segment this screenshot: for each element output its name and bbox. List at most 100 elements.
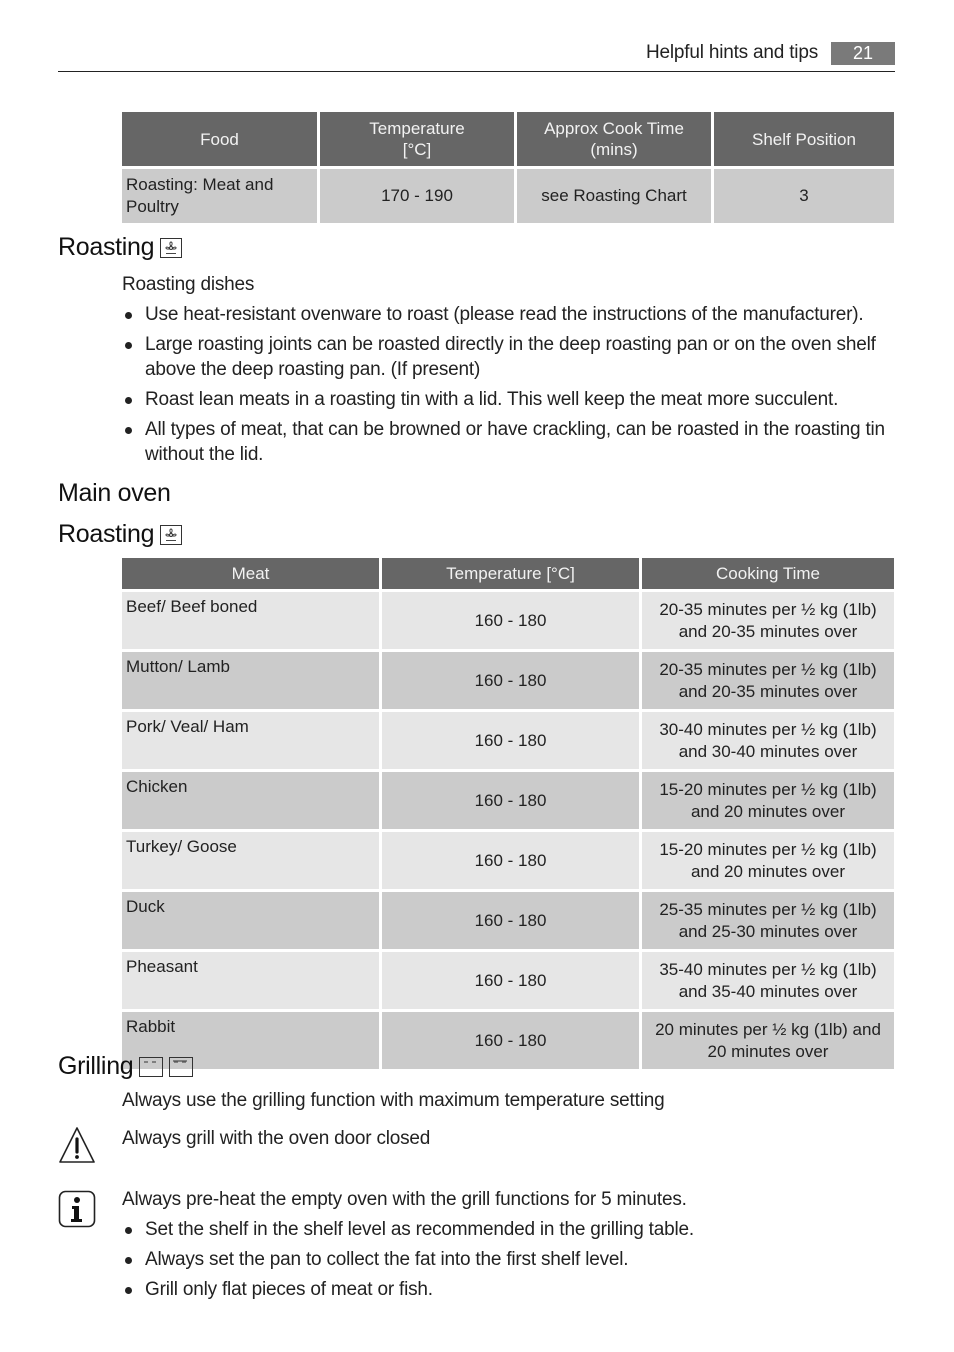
list-item: Set the shelf in the shelf level as reco… (122, 1217, 902, 1242)
header-cooking-time: Cooking Time (642, 558, 894, 589)
header-temperature: Temperature [°C] (382, 558, 639, 589)
cell-meat: Pork/ Veal/ Ham (122, 712, 379, 769)
roasting-heading: Roasting (58, 233, 183, 262)
cell-meat: Duck (122, 892, 379, 949)
cell-temperature: 160 - 180 (382, 952, 639, 1009)
roasting-bullets: Use heat-resistant ovenware to roast (pl… (122, 302, 902, 472)
list-item-text: Always set the pan to collect the fat in… (145, 1249, 629, 1270)
list-item: Always set the pan to collect the fat in… (122, 1247, 902, 1272)
list-item: Use heat-resistant ovenware to roast (pl… (122, 302, 902, 327)
grill-icon (139, 1056, 164, 1077)
cell-cook-time: see Roasting Chart (517, 169, 711, 223)
grilling-bullets: Set the shelf in the shelf level as reco… (122, 1217, 902, 1307)
roasting-dishes-subtitle: Roasting dishes (122, 274, 255, 295)
grilling-heading: Grilling (58, 1052, 194, 1081)
cell-temperature: 160 - 180 (382, 712, 639, 769)
cell-cooking-time: 20-35 minutes per ½ kg (1lb) and 20-35 mi… (642, 592, 894, 649)
header-cook-time-line2: (mins) (590, 140, 638, 159)
cooking-time-line2: and 35-40 minutes over (678, 981, 858, 1001)
cell-temperature: 160 - 180 (382, 592, 639, 649)
list-item-text: All types of meat, that can be browned o… (145, 419, 885, 465)
roasting-title: Roasting (58, 233, 155, 261)
cell-meat: Beef/ Beef boned (122, 592, 379, 649)
grilling-title: Grilling (58, 1052, 134, 1080)
header-meat: Meat (122, 558, 379, 589)
header-temperature-line2: [°C] (402, 140, 432, 159)
cell-cooking-time: 30-40 minutes per ½ kg (1lb) and 30-40 mi… (642, 712, 894, 769)
cell-meat: Chicken (122, 772, 379, 829)
cell-cooking-time: 20-35 minutes per ½ kg (1lb) and 20-35 mi… (642, 652, 894, 709)
table-row: Pheasant 160 - 180 35-40 minutes per ½ k… (122, 952, 894, 1009)
page-number: 21 (831, 42, 895, 65)
cell-meat: Pheasant (122, 952, 379, 1009)
header-cook-time-line1: Approx Cook Time (544, 119, 684, 138)
fan-heating-icon (160, 524, 183, 545)
list-item-text: Grill only flat pieces of meat or fish. (145, 1279, 433, 1300)
main-oven-heading: Main oven (58, 479, 171, 508)
bullet-icon (125, 1287, 132, 1294)
cell-temperature: 170 - 190 (320, 169, 514, 223)
header-temperature: Temperature [°C] (320, 112, 514, 166)
cooking-time-line2: and 20-35 minutes over (678, 681, 858, 701)
cooking-time-line2: 20 minutes over (707, 1041, 829, 1061)
bullet-icon (125, 397, 132, 404)
grilling-subtitle: Always use the grilling function with ma… (122, 1090, 665, 1111)
cell-cooking-time: 20 minutes per ½ kg (1lb) and 20 minutes … (642, 1012, 894, 1069)
list-item-text: Large roasting joints can be roasted dir… (145, 334, 876, 380)
table-row: Turkey/ Goose 160 - 180 15-20 minutes pe… (122, 832, 894, 889)
cooking-time-line1: 30-40 minutes per ½ kg (1lb) (659, 719, 877, 739)
page-header: Helpful hints and tips 21 (58, 40, 895, 72)
header-cook-time: Approx Cook Time (mins) (517, 112, 711, 166)
roasting-title: Roasting (58, 520, 155, 548)
cooking-time-line1: 15-20 minutes per ½ kg (1lb) (659, 779, 877, 799)
cooking-time-line2: and 20 minutes over (690, 801, 846, 821)
warning-icon (59, 1127, 95, 1163)
header-shelf-position: Shelf Position (714, 112, 894, 166)
main-oven-roasting-heading: Roasting (58, 520, 183, 549)
cell-cooking-time: 15-20 minutes per ½ kg (1lb) and 20 minut… (642, 772, 894, 829)
cell-cooking-time: 25-35 minutes per ½ kg (1lb) and 25-30 mi… (642, 892, 894, 949)
cooking-time-line2: and 20-35 minutes over (678, 621, 858, 641)
cooking-time-line1: 25-35 minutes per ½ kg (1lb) (659, 899, 877, 919)
header-food: Food (122, 112, 317, 166)
cell-temperature: 160 - 180 (382, 652, 639, 709)
header-temperature-line1: Temperature (369, 119, 465, 138)
bullet-icon (125, 1227, 132, 1234)
bullet-icon (125, 427, 132, 434)
list-item-text: Use heat-resistant ovenware to roast (pl… (145, 304, 864, 325)
bullet-icon (125, 342, 132, 349)
table-row: Duck 160 - 180 25-35 minutes per ½ kg (1… (122, 892, 894, 949)
list-item-text: Set the shelf in the shelf level as reco… (145, 1219, 694, 1240)
cooking-time-line1: 20-35 minutes per ½ kg (1lb) (659, 599, 877, 619)
info-icon (58, 1190, 96, 1228)
table-row: Rabbit 160 - 180 20 minutes per ½ kg (1l… (122, 1012, 894, 1069)
info-text: Always pre-heat the empty oven with the … (122, 1189, 687, 1210)
cell-food: Roasting: Meat and Poultry (122, 169, 317, 223)
list-item: Roast lean meats in a roasting tin with … (122, 387, 902, 412)
list-item: All types of meat, that can be browned o… (122, 417, 902, 467)
table-header-row: Food Temperature [°C] Approx Cook Time (… (122, 112, 894, 166)
cell-shelf: 3 (714, 169, 894, 223)
cooking-time-line2: and 30-40 minutes over (678, 741, 858, 761)
cell-cooking-time: 35-40 minutes per ½ kg (1lb) and 35-40 mi… (642, 952, 894, 1009)
warning-text: Always grill with the oven door closed (122, 1128, 431, 1149)
cell-temperature: 160 - 180 (382, 832, 639, 889)
cell-temperature: 160 - 180 (382, 772, 639, 829)
table-row: Chicken 160 - 180 15-20 minutes per ½ kg… (122, 772, 894, 829)
cooking-time-line1: 35-40 minutes per ½ kg (1lb) (659, 959, 877, 979)
cell-cooking-time: 15-20 minutes per ½ kg (1lb) and 20 minut… (642, 832, 894, 889)
list-item: Large roasting joints can be roasted dir… (122, 332, 902, 382)
section-title: Helpful hints and tips (646, 42, 818, 63)
table-row: Mutton/ Lamb 160 - 180 20-35 minutes per… (122, 652, 894, 709)
cooking-time-line1: 15-20 minutes per ½ kg (1lb) (659, 839, 877, 859)
main-oven-title: Main oven (58, 479, 171, 507)
cell-meat: Turkey/ Goose (122, 832, 379, 889)
cell-temperature: 160 - 180 (382, 1012, 639, 1069)
roasting-chart-table: Meat Temperature [°C] Cooking Time Beef/… (119, 555, 897, 1072)
list-item-text: Roast lean meats in a roasting tin with … (145, 389, 839, 410)
bullet-icon (125, 312, 132, 319)
table-row: Pork/ Veal/ Ham 160 - 180 30-40 minutes … (122, 712, 894, 769)
list-item: Grill only flat pieces of meat or fish. (122, 1277, 902, 1302)
table-row: Beef/ Beef boned 160 - 180 20-35 minutes… (122, 592, 894, 649)
bullet-icon (125, 1257, 132, 1264)
